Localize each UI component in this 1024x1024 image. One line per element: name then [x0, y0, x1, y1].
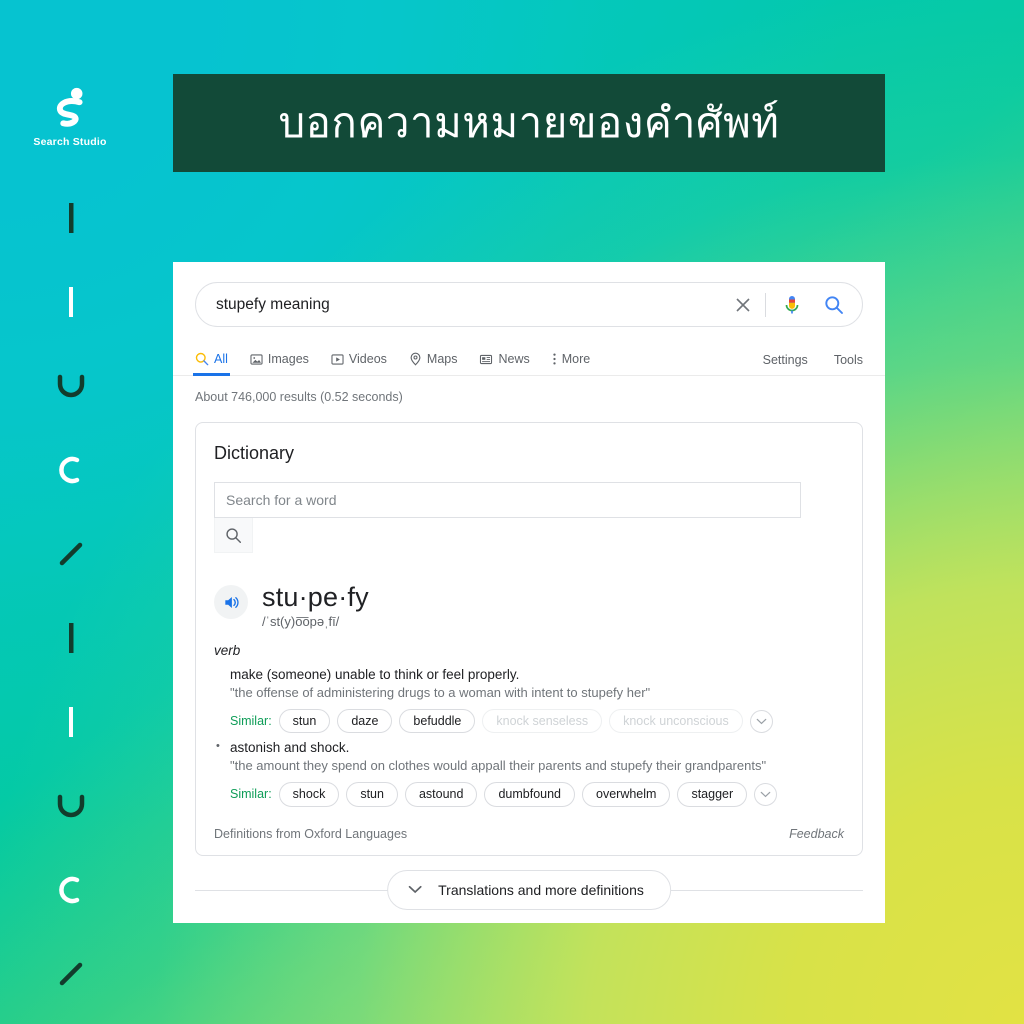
decor-mark [48, 428, 94, 512]
poster-canvas: Search Studio บอกความหมายของคำศัพท์ stup… [0, 0, 1024, 1024]
part-of-speech: verb [214, 643, 241, 659]
synonym-chip[interactable]: overwhelm [582, 782, 671, 807]
headword-row: stu·pe·fy /ˈst(y)o͞opəˌfī/ [214, 583, 844, 629]
dictionary-card: Dictionary Search for a word stu·pe·fy /… [195, 422, 863, 856]
feedback-link[interactable]: Feedback [789, 827, 844, 841]
search-bar-container: stupefy meaning [173, 262, 885, 327]
tab-label: Videos [348, 352, 387, 367]
search-icon [226, 527, 242, 543]
word-search-input[interactable]: Search for a word [214, 482, 801, 518]
serp-nav-right: Settings Tools [763, 353, 863, 376]
decor-mark [48, 512, 94, 596]
synonym-chip[interactable]: stagger [677, 782, 748, 807]
translations-section: Translations and more definitions [173, 869, 885, 910]
synonym-chip[interactable]: dumbfound [484, 782, 576, 807]
tab-label: All [214, 351, 228, 366]
search-icon [195, 352, 209, 366]
settings-link[interactable]: Settings [763, 353, 808, 367]
sense-item: make (someone) unable to think or feel p… [230, 667, 844, 734]
tab-news[interactable]: News [479, 352, 530, 375]
synonym-chip[interactable]: befuddle [399, 709, 476, 734]
decor-mark [48, 1016, 94, 1024]
synonym-chip[interactable]: knock senseless [482, 709, 603, 734]
image-icon [250, 354, 263, 365]
tab-label: News [498, 352, 530, 367]
decorative-marks [48, 176, 94, 1024]
decor-mark [48, 344, 94, 428]
tab-all[interactable]: All [193, 351, 230, 376]
phonetic-text: /ˈst(y)o͞opəˌfī/ [262, 614, 340, 630]
translations-button[interactable]: Translations and more definitions [387, 869, 671, 910]
title-banner: บอกความหมายของคำศัพท์ [173, 74, 885, 172]
tab-images[interactable]: Images [250, 353, 309, 375]
chevron-down-icon [408, 886, 422, 894]
search-results-panel: stupefy meaning All Images Videos Maps N… [173, 262, 885, 923]
expand-synonyms-button[interactable] [749, 709, 773, 733]
serp-nav: All Images Videos Maps News More Setting… [173, 342, 885, 376]
search-studio-s-mark-icon [56, 87, 83, 127]
tools-link[interactable]: Tools [834, 353, 863, 367]
search-divider [765, 292, 766, 317]
microphone-icon[interactable] [778, 291, 806, 319]
decor-mark [48, 764, 94, 848]
similar-label: Similar: [230, 787, 272, 802]
tab-more[interactable]: More [552, 352, 590, 375]
dictionary-title: Dictionary [214, 443, 295, 463]
chevron-down-icon [756, 718, 767, 725]
sense-definition: make (someone) unable to think or feel p… [230, 667, 520, 683]
tab-videos[interactable]: Videos [331, 353, 387, 375]
sense-list: make (someone) unable to think or feel p… [214, 667, 844, 807]
search-submit-icon[interactable] [820, 291, 848, 319]
brand-name: Search Studio [33, 136, 107, 148]
news-icon [480, 354, 493, 365]
more-vertical-icon [553, 353, 556, 365]
synonym-chip[interactable]: astound [404, 782, 478, 807]
video-icon [331, 354, 344, 365]
expand-synonyms-button[interactable] [754, 782, 778, 806]
brand-logo: Search Studio [22, 84, 118, 148]
translations-label: Translations and more definitions [438, 881, 644, 898]
word-search-button[interactable] [214, 518, 253, 553]
pronounce-button[interactable] [214, 585, 248, 619]
synonym-row: Similar: shock stun astound dumbfound ov… [230, 782, 844, 807]
source-attribution: Definitions from Oxford Languages [214, 826, 408, 841]
tab-label: Maps [426, 351, 458, 366]
headword-text: stu·pe·fy [262, 582, 369, 612]
decor-mark [48, 680, 94, 764]
sense-example: "the offense of administering drugs to a… [230, 685, 651, 701]
map-pin-icon [410, 352, 421, 366]
sense-definition: astonish and shock. [230, 740, 350, 756]
synonym-row: Similar: stun daze befuddle knock sensel… [230, 709, 844, 734]
tab-label: More [561, 351, 591, 366]
chevron-down-icon [760, 791, 771, 798]
synonym-chip[interactable]: knock unconscious [609, 709, 743, 734]
speaker-icon [224, 596, 239, 608]
decor-mark [48, 176, 94, 260]
dictionary-footer: Definitions from Oxford Languages Feedba… [214, 827, 844, 841]
sense-item: astonish and shock. "the amount they spe… [216, 740, 844, 807]
decor-mark [48, 596, 94, 680]
search-bar[interactable]: stupefy meaning [195, 282, 863, 327]
synonym-chip[interactable]: stun [346, 782, 398, 807]
similar-label: Similar: [230, 714, 272, 729]
decor-mark [48, 260, 94, 344]
synonym-chip[interactable]: daze [337, 709, 393, 734]
serp-tabs: All Images Videos Maps News More [193, 351, 763, 376]
search-input[interactable]: stupefy meaning [216, 297, 729, 313]
synonym-chip[interactable]: stun [278, 709, 331, 734]
synonym-chip[interactable]: shock [278, 782, 340, 807]
result-stats: About 746,000 results (0.52 seconds) [195, 390, 403, 404]
decor-mark [48, 848, 94, 932]
banner-title-text: บอกความหมายของคำศัพท์ [278, 97, 780, 147]
headword-block: stu·pe·fy /ˈst(y)o͞opəˌfī/ [262, 582, 369, 630]
decor-mark [48, 932, 94, 1016]
tab-label: Images [267, 352, 309, 367]
left-rail: Search Studio [0, 0, 173, 1024]
sense-example: "the amount they spend on clothes would … [230, 758, 767, 774]
tab-maps[interactable]: Maps [409, 351, 458, 375]
close-icon[interactable] [729, 291, 757, 319]
